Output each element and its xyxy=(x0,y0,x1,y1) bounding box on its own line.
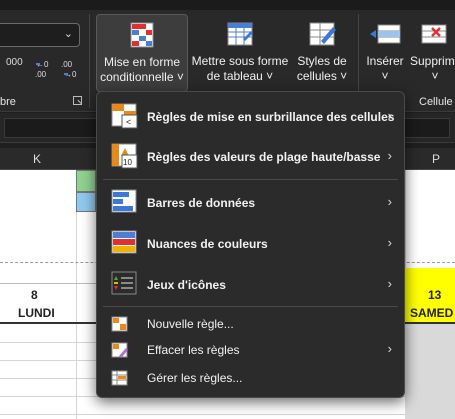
column-header-k[interactable]: K xyxy=(33,152,41,166)
cell-styles-icon xyxy=(309,22,336,46)
conditional-formatting-icon xyxy=(130,22,154,48)
submenu-arrow-icon: › xyxy=(387,148,392,163)
icon-sets-icon xyxy=(111,271,137,295)
day-name-samedi: SAMED xyxy=(410,306,454,320)
highlight-cells-rules-icon: < xyxy=(111,103,138,129)
day-number-13: 13 xyxy=(428,288,442,302)
grey-cells xyxy=(405,324,455,419)
green-cell xyxy=(76,170,96,192)
delete-label: Supprim xyxy=(410,54,455,68)
submenu-arrow-icon: › xyxy=(387,276,392,291)
blue-cell xyxy=(76,192,96,212)
menu-item-icon-sets[interactable]: Jeux d'icônes › xyxy=(97,268,404,302)
decrease-decimal-icon: .00 →0 xyxy=(61,60,77,79)
chevron-down-icon: ⌄ xyxy=(63,28,73,40)
thousands-separator-button[interactable]: 000 xyxy=(6,58,23,80)
cells-group-label: Cellule xyxy=(419,96,453,108)
decrease-decimal-button[interactable]: .00 →0 xyxy=(60,58,80,80)
menu-separator xyxy=(103,179,398,180)
menu-item-color-scales[interactable]: Nuances de couleurs › xyxy=(97,227,404,261)
insert-label: Insérer xyxy=(366,54,404,68)
grid-line xyxy=(0,414,455,415)
number-group-label: bre xyxy=(0,96,16,108)
delete-cells-icon xyxy=(421,24,447,44)
menu-item-manage-rules[interactable]: Gérer les règles... xyxy=(97,366,404,390)
cell-styles-label-1: Styles de xyxy=(297,54,347,68)
menu-item-label: Gérer les règles... xyxy=(147,371,243,385)
manage-rules-icon xyxy=(111,370,128,386)
number-format-dropdown[interactable]: ⌄ xyxy=(0,23,80,47)
menu-item-data-bars[interactable]: Barres de données › xyxy=(97,186,404,220)
menu-item-label: Jeux d'icônes xyxy=(147,278,226,292)
color-scales-icon xyxy=(111,230,137,254)
menu-item-label: Règles de mise en surbrillance des cellu… xyxy=(147,110,395,124)
group-separator xyxy=(89,14,90,108)
svg-text:.00: .00 xyxy=(61,60,73,69)
menu-item-clear-rules[interactable]: Effacer les règles › xyxy=(97,338,404,362)
svg-text:10: 10 xyxy=(123,158,132,167)
conditional-formatting-button[interactable]: Mise en forme conditionnelle ˅ xyxy=(96,14,188,92)
column-header-p[interactable]: P xyxy=(432,152,440,166)
delete-button[interactable]: Supprim ˅ xyxy=(410,14,455,92)
day-name-lundi: LUNDI xyxy=(18,306,55,320)
insert-chevron: ˅ xyxy=(381,69,389,83)
menu-item-highlight-rules[interactable]: < Règles de mise en surbrillance des cel… xyxy=(97,100,404,134)
format-as-table-label-1: Mettre sous forme xyxy=(191,54,289,68)
new-rule-icon xyxy=(111,316,128,332)
menu-item-top-bottom-rules[interactable]: 10 Règles des valeurs de plage haute/bas… xyxy=(97,140,404,174)
clear-rules-icon xyxy=(111,342,128,358)
conditional-formatting-label-1: Mise en forme xyxy=(103,55,181,69)
submenu-arrow-icon: › xyxy=(387,235,392,250)
day-number-8: 8 xyxy=(31,288,38,302)
svg-text:<: < xyxy=(126,117,131,127)
cell-styles-button[interactable]: Styles de cellules ˅ xyxy=(292,14,352,92)
submenu-arrow-icon: › xyxy=(387,341,392,356)
format-as-table-icon xyxy=(227,22,253,46)
insert-button[interactable]: Insérer ˅ xyxy=(362,14,408,92)
menu-item-label: Barres de données xyxy=(147,196,256,210)
menu-separator xyxy=(103,306,398,307)
conditional-formatting-menu: < Règles de mise en surbrillance des cel… xyxy=(96,91,405,398)
submenu-arrow-icon: › xyxy=(387,108,392,123)
menu-item-label: Règles des valeurs de plage haute/basse xyxy=(147,150,381,164)
menu-item-label: Effacer les règles xyxy=(147,343,240,357)
format-as-table-label-2: de tableau ˅ xyxy=(206,69,274,83)
ribbon-top-strip xyxy=(0,0,455,10)
insert-cells-icon xyxy=(370,24,401,44)
menu-item-label: Nouvelle règle... xyxy=(147,317,234,331)
data-bars-icon xyxy=(111,189,137,213)
svg-text:.00: .00 xyxy=(35,70,47,79)
menu-item-label: Nuances de couleurs xyxy=(147,237,268,251)
top-bottom-rules-icon: 10 xyxy=(111,143,138,169)
submenu-arrow-icon: › xyxy=(387,194,392,209)
dialog-launcher-icon[interactable] xyxy=(73,96,82,105)
format-as-table-button[interactable]: Mettre sous forme de tableau ˅ xyxy=(190,14,290,92)
cell-styles-label-2: cellules ˅ xyxy=(296,69,348,83)
increase-decimal-icon: ←0 .00 xyxy=(35,60,49,79)
delete-chevron: ˅ xyxy=(431,69,439,83)
increase-decimal-button[interactable]: ←0 .00 xyxy=(34,58,54,80)
menu-item-new-rule[interactable]: Nouvelle règle... xyxy=(97,312,404,336)
conditional-formatting-label-2: conditionnelle ˅ xyxy=(100,70,184,84)
